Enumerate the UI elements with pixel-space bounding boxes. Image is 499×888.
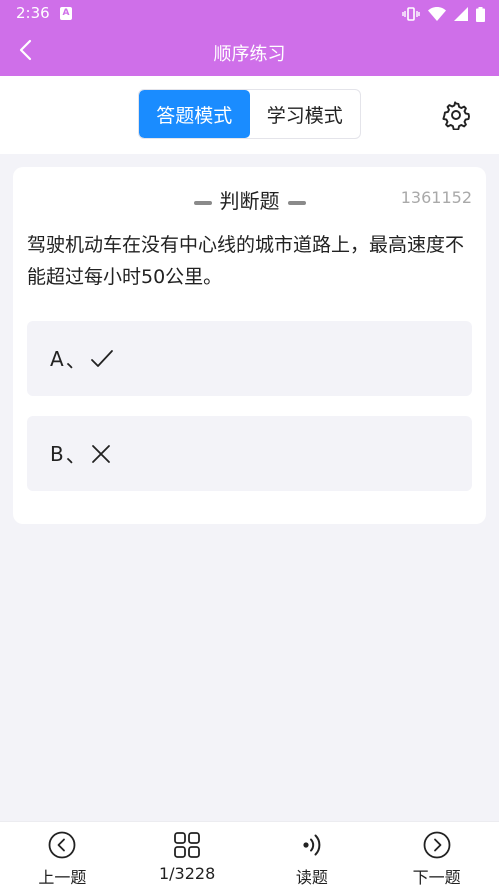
question-id: 1361152 — [400, 188, 472, 207]
page-title: 顺序练习 — [213, 44, 286, 65]
battery-icon — [476, 6, 485, 22]
tab-answer-mode[interactable]: 答题模式 — [139, 90, 250, 138]
bottom-nav: 上一题 1/3228 读题 下一题 — [0, 821, 499, 888]
next-question-label: 下一题 — [412, 868, 461, 887]
grid-icon — [172, 830, 202, 860]
option-a[interactable]: A 、 — [27, 321, 472, 396]
progress-label: 1/3228 — [158, 864, 216, 883]
option-separator: 、 — [65, 443, 86, 467]
question-grid-button[interactable]: 1/3228 — [125, 822, 250, 888]
settings-button[interactable] — [441, 100, 471, 131]
speaker-wave-icon — [297, 830, 327, 860]
status-icons — [402, 5, 485, 23]
wifi-icon — [428, 6, 446, 22]
read-question-button[interactable]: 读题 — [250, 822, 375, 888]
option-b[interactable]: B 、 — [27, 416, 472, 491]
check-icon — [90, 349, 114, 369]
type-dash-right — [287, 200, 306, 205]
signal-icon — [454, 7, 468, 21]
mode-bar: 答题模式 学习模式 — [0, 76, 499, 154]
question-type-row: 判断题 1361152 — [13, 185, 486, 213]
prev-question-label: 上一题 — [38, 868, 87, 887]
gear-icon — [441, 101, 471, 134]
question-text: 驾驶机动车在没有中心线的城市道路上，最高速度不能超过每小时50公里。 — [27, 234, 465, 288]
vibrate-icon — [402, 6, 420, 22]
next-question-button[interactable]: 下一题 — [374, 822, 499, 888]
cross-icon — [90, 443, 112, 465]
question-type-label: 判断题 — [219, 189, 280, 213]
chevron-left-circle-icon — [47, 830, 77, 860]
prev-question-button[interactable]: 上一题 — [0, 822, 125, 888]
option-separator: 、 — [65, 348, 86, 372]
read-question-label: 读题 — [295, 868, 328, 887]
status-time: 2:36 — [16, 4, 50, 22]
option-letter: B — [50, 441, 64, 466]
option-letter: A — [50, 346, 64, 371]
app-bar: 顺序练习 — [0, 28, 499, 76]
mode-toggle: 答题模式 学习模式 — [138, 89, 361, 139]
notification-icon: A — [60, 7, 72, 20]
chevron-right-circle-icon — [422, 830, 452, 860]
tab-study-mode[interactable]: 学习模式 — [250, 90, 361, 138]
type-dash-left — [193, 200, 212, 205]
question-card: 判断题 1361152 驾驶机动车在没有中心线的城市道路上，最高速度不能超过每小… — [13, 167, 486, 524]
status-bar: 2:36 A — [0, 0, 499, 28]
